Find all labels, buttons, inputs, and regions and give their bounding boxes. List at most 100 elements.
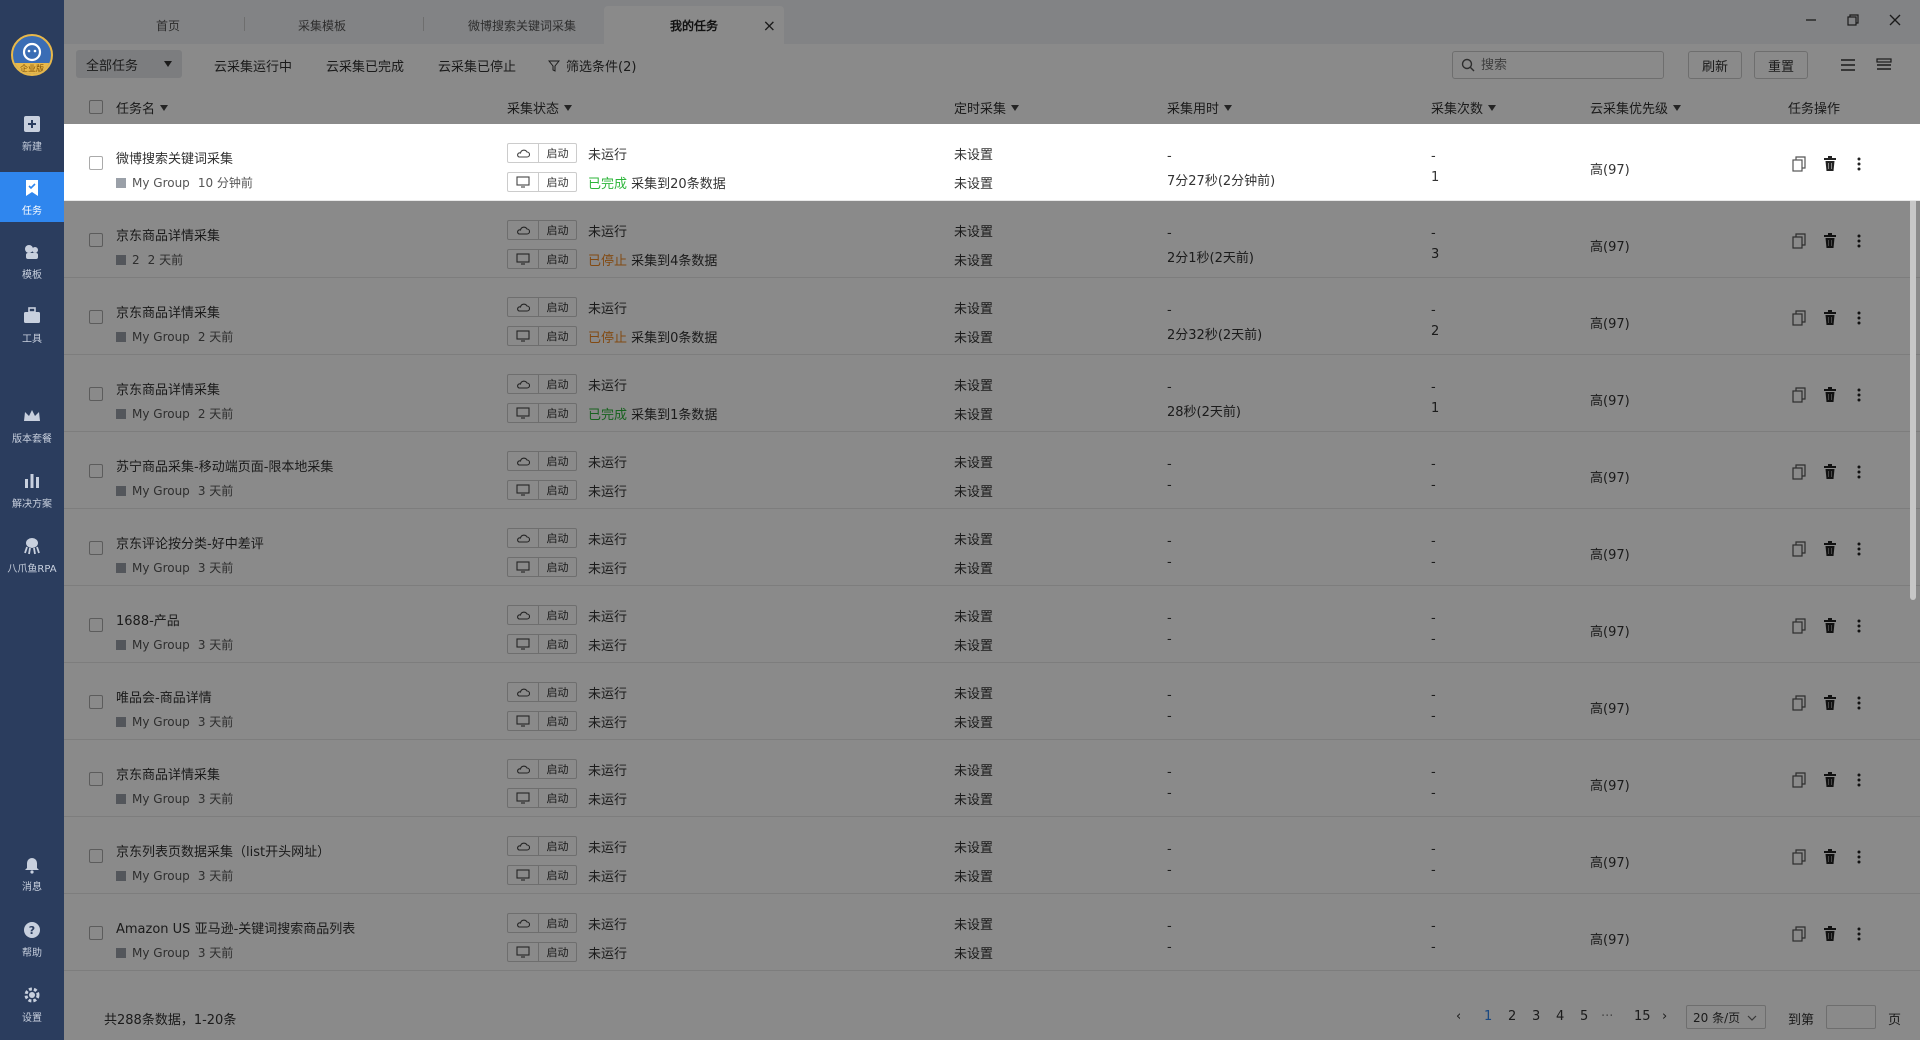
task-filter-dropdown[interactable]: 全部任务 bbox=[76, 50, 182, 78]
trash-icon[interactable] bbox=[1822, 926, 1838, 942]
enterprise-logo[interactable]: 企业版 bbox=[11, 34, 53, 76]
filter-conditions-button[interactable]: 筛选条件(2) bbox=[548, 56, 636, 75]
cloud-schedule[interactable]: 未设置 bbox=[954, 221, 993, 240]
page-5[interactable]: 5 bbox=[1580, 1009, 1588, 1024]
cloud-schedule[interactable]: 未设置 bbox=[954, 452, 993, 471]
page-ellipsis[interactable]: ··· bbox=[1601, 1009, 1613, 1024]
local-start-button[interactable]: 启动 bbox=[507, 403, 577, 423]
cloud-schedule[interactable]: 未设置 bbox=[954, 144, 993, 163]
trash-icon[interactable] bbox=[1822, 849, 1838, 865]
table-row[interactable]: 京东评论按分类-好中差评 My Group 3 天前 启动 启动 未运行 未运行 未设置 未设置… bbox=[64, 509, 1920, 586]
cloud-start-button[interactable]: 启动 bbox=[507, 682, 577, 702]
local-start-button[interactable]: 启动 bbox=[507, 172, 577, 192]
window-close-icon[interactable] bbox=[1880, 8, 1910, 32]
cloud-start-button[interactable]: 启动 bbox=[507, 374, 577, 394]
table-row[interactable]: 微博搜索关键词采集 My Group 10 分钟前 启动 启动 未运行 已完成 采集到20条… bbox=[64, 124, 1920, 201]
cloud-schedule[interactable]: 未设置 bbox=[954, 837, 993, 856]
task-name[interactable]: Amazon US 亚马逊-关键词搜索商品列表 bbox=[116, 918, 355, 937]
local-schedule[interactable]: 未设置 bbox=[954, 866, 993, 885]
reset-button[interactable]: 重置 bbox=[1754, 51, 1808, 79]
copy-icon[interactable] bbox=[1791, 772, 1807, 788]
local-start-button[interactable]: 启动 bbox=[507, 249, 577, 269]
more-vertical-icon[interactable] bbox=[1851, 772, 1867, 788]
cloud-start-button[interactable]: 启动 bbox=[507, 451, 577, 471]
copy-icon[interactable] bbox=[1791, 387, 1807, 403]
sidebar-item-5[interactable]: 解决方案 bbox=[0, 465, 64, 515]
trash-icon[interactable] bbox=[1822, 233, 1838, 249]
copy-icon[interactable] bbox=[1791, 310, 1807, 326]
task-name[interactable]: 京东列表页数据采集（list开头网址） bbox=[116, 841, 330, 860]
local-schedule[interactable]: 未设置 bbox=[954, 404, 993, 423]
col-duration[interactable]: 采集用时 bbox=[1167, 98, 1233, 117]
table-row[interactable]: 苏宁商品采集-移动端页面-限本地采集 My Group 3 天前 启动 启动 未运行 未运行… bbox=[64, 432, 1920, 509]
copy-icon[interactable] bbox=[1791, 926, 1807, 942]
sidebar-item-3[interactable]: 工具 bbox=[0, 300, 64, 350]
tab-templates[interactable]: 采集模板 bbox=[254, 6, 390, 44]
more-vertical-icon[interactable] bbox=[1851, 541, 1867, 557]
copy-icon[interactable] bbox=[1791, 541, 1807, 557]
sidebar-item-7[interactable]: 消息 bbox=[0, 848, 64, 898]
copy-icon[interactable] bbox=[1791, 695, 1807, 711]
table-row[interactable]: 京东列表页数据采集（list开头网址） My Group 3 天前 启动 启动 未运行 未运… bbox=[64, 817, 1920, 894]
row-checkbox[interactable] bbox=[89, 695, 103, 709]
cloud-start-button[interactable]: 启动 bbox=[507, 836, 577, 856]
row-checkbox[interactable] bbox=[89, 156, 103, 170]
table-row[interactable]: Amazon US 亚马逊-关键词搜索商品列表 My Group 3 天前 启动 启动未… bbox=[64, 894, 1920, 971]
detail-view-icon[interactable] bbox=[1873, 54, 1895, 76]
page-3[interactable]: 3 bbox=[1532, 1009, 1540, 1024]
more-vertical-icon[interactable] bbox=[1851, 310, 1867, 326]
cloud-schedule[interactable]: 未设置 bbox=[954, 298, 993, 317]
task-name[interactable]: 京东商品详情采集 bbox=[116, 225, 220, 244]
list-view-icon[interactable] bbox=[1837, 54, 1859, 76]
local-schedule[interactable]: 未设置 bbox=[954, 558, 993, 577]
row-checkbox[interactable] bbox=[89, 926, 103, 940]
cloud-start-button[interactable]: 启动 bbox=[507, 528, 577, 548]
task-name[interactable]: 1688-产品 bbox=[116, 610, 180, 629]
cloud-schedule[interactable]: 未设置 bbox=[954, 683, 993, 702]
row-checkbox[interactable] bbox=[89, 387, 103, 401]
local-start-button[interactable]: 启动 bbox=[507, 480, 577, 500]
local-schedule[interactable]: 未设置 bbox=[954, 481, 993, 500]
trash-icon[interactable] bbox=[1822, 310, 1838, 326]
sidebar-item-4[interactable]: 版本套餐 bbox=[0, 400, 64, 450]
more-vertical-icon[interactable] bbox=[1851, 156, 1867, 172]
sidebar-item-8[interactable]: ? 帮助 bbox=[0, 914, 64, 964]
filter-cloud-running[interactable]: 云采集运行中 bbox=[214, 56, 292, 75]
task-name[interactable]: 京东商品详情采集 bbox=[116, 764, 220, 783]
trash-icon[interactable] bbox=[1822, 772, 1838, 788]
local-schedule[interactable]: 未设置 bbox=[954, 943, 993, 962]
more-vertical-icon[interactable] bbox=[1851, 464, 1867, 480]
local-start-button[interactable]: 启动 bbox=[507, 865, 577, 885]
row-checkbox[interactable] bbox=[89, 310, 103, 324]
local-schedule[interactable]: 未设置 bbox=[954, 635, 993, 654]
cloud-schedule[interactable]: 未设置 bbox=[954, 760, 993, 779]
trash-icon[interactable] bbox=[1822, 618, 1838, 634]
cloud-start-button[interactable]: 启动 bbox=[507, 759, 577, 779]
table-row[interactable]: 京东商品详情采集 My Group 2 天前 启动 启动 未运行 已完成 采集到1条数据 未设… bbox=[64, 355, 1920, 432]
col-task-name[interactable]: 任务名 bbox=[116, 98, 169, 117]
tab-weibo-keyword[interactable]: 微博搜索关键词采集 bbox=[434, 6, 610, 44]
page-1[interactable]: 1 bbox=[1484, 1009, 1492, 1024]
table-row[interactable]: 京东商品详情采集 My Group 3 天前 启动 启动 未运行 未运行 未设置 未设置 - - - -… bbox=[64, 740, 1920, 817]
col-status[interactable]: 采集状态 bbox=[507, 98, 573, 117]
tab-home[interactable]: 首页 bbox=[100, 6, 236, 44]
cloud-start-button[interactable]: 启动 bbox=[507, 143, 577, 163]
local-schedule[interactable]: 未设置 bbox=[954, 327, 993, 346]
table-row[interactable]: 京东商品详情采集 2 2 天前 启动 启动 未运行 已停止 采集到4条数据 未设置 未设置 -2分… bbox=[64, 201, 1920, 278]
search-input[interactable] bbox=[1479, 56, 1653, 74]
trash-icon[interactable] bbox=[1822, 156, 1838, 172]
copy-icon[interactable] bbox=[1791, 156, 1807, 172]
row-checkbox[interactable] bbox=[89, 618, 103, 632]
more-vertical-icon[interactable] bbox=[1851, 695, 1867, 711]
sidebar-item-2[interactable]: 模板 bbox=[0, 236, 64, 286]
page-size-select[interactable]: 20 条/页 bbox=[1686, 1005, 1766, 1029]
prev-page-icon[interactable]: ‹ bbox=[1456, 1009, 1461, 1024]
cloud-schedule[interactable]: 未设置 bbox=[954, 529, 993, 548]
minimize-icon[interactable] bbox=[1796, 8, 1826, 32]
col-count[interactable]: 采集次数 bbox=[1431, 98, 1497, 117]
trash-icon[interactable] bbox=[1822, 464, 1838, 480]
row-checkbox[interactable] bbox=[89, 464, 103, 478]
copy-icon[interactable] bbox=[1791, 618, 1807, 634]
local-schedule[interactable]: 未设置 bbox=[954, 173, 993, 192]
goto-page-input[interactable] bbox=[1826, 1005, 1876, 1029]
